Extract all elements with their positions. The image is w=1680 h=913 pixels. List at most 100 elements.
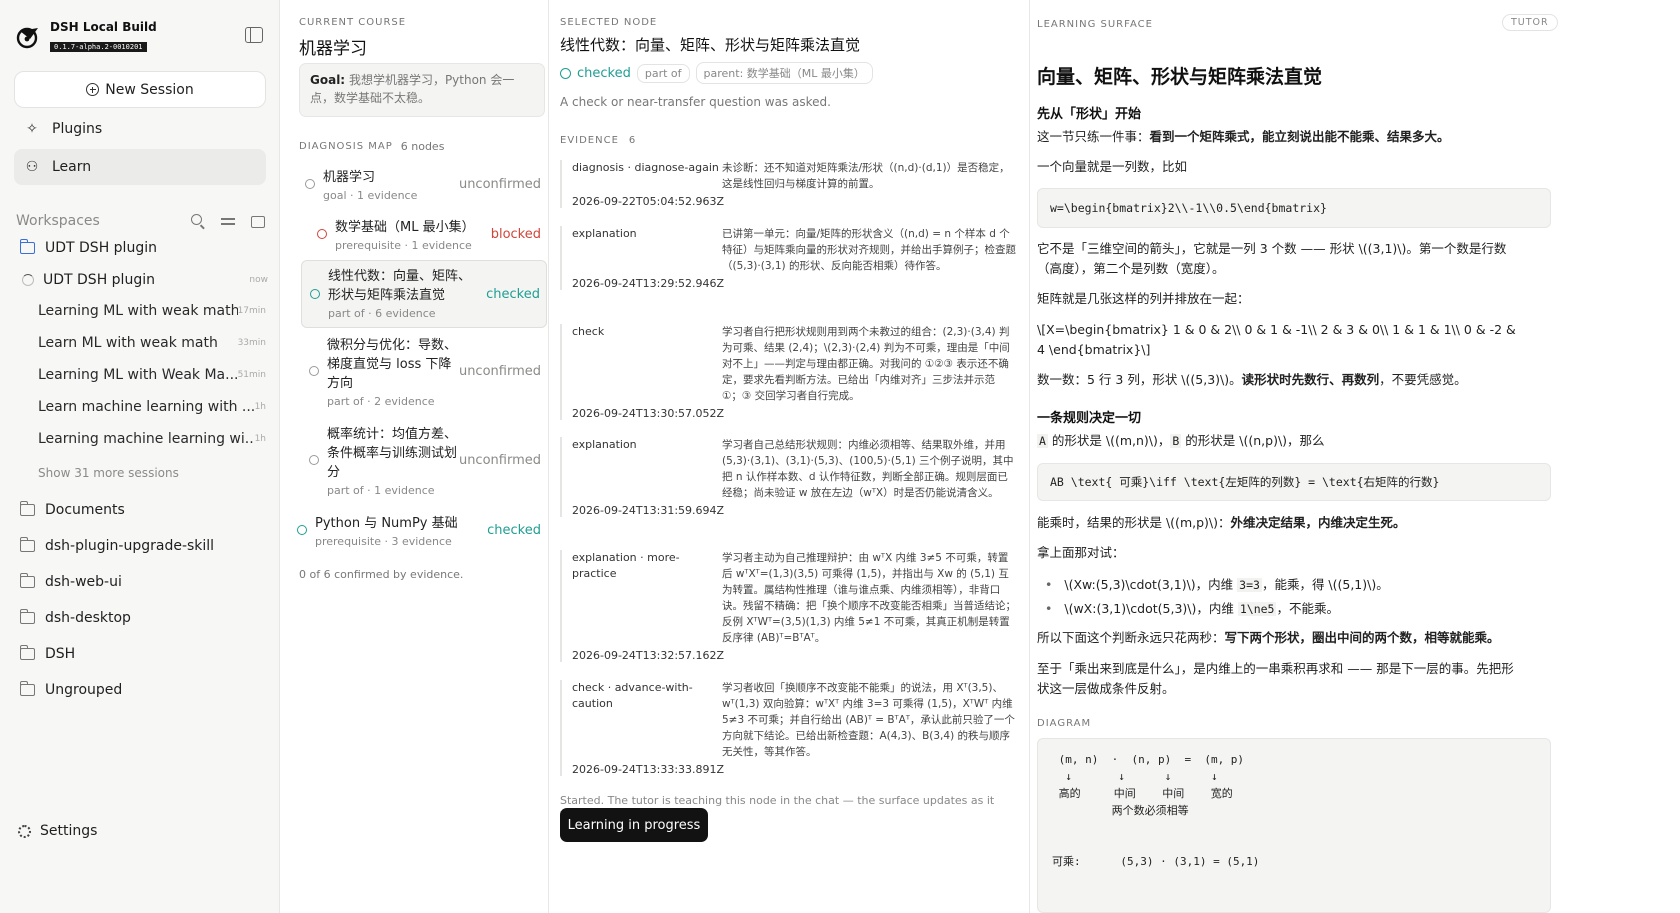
puzzle-icon: ✧ — [26, 121, 38, 137]
selected-node-title: 线性代数：向量、矩阵、形状与矩阵乘法直觉 — [560, 36, 861, 54]
parent-pill[interactable]: parent: 数学基础（ML 最小集） — [695, 62, 873, 84]
session-item[interactable]: Learning ML with weak math 17min — [38, 300, 266, 322]
folder-icon — [19, 501, 35, 516]
sidebar: DSH Local Build 0.1.7-alpha.2-0010201 Ne… — [0, 0, 280, 913]
inline-code: A — [1037, 434, 1048, 448]
evidence-text: 学习者收回「换顺序不改变能不能乘」的说法，用 Xᵀ(3,5)、wᵀ(1,3) 双… — [722, 682, 1015, 758]
workspace-item-active[interactable]: UDT DSH plugin now — [20, 268, 268, 292]
evidence-timestamp: 2026-09-24T13:29:52.946Z — [572, 277, 725, 290]
text-run: ，能乘，得 \((5,1)\)。 — [1261, 577, 1389, 592]
diagnosis-node-count: 6 nodes — [400, 140, 445, 153]
sidebar-toggle-icon[interactable] — [245, 27, 263, 43]
session-item[interactable]: Learn ML with weak math 33min — [38, 332, 266, 354]
goal-box: Goal: 我想学机器学习，Python 会一点，数学基础不太稳。 — [299, 63, 545, 117]
current-course-label: CURRENT COURSE — [299, 17, 407, 28]
gear-icon — [18, 824, 31, 838]
folder-label: Ungrouped — [45, 682, 123, 698]
evidence-item: explanation 学习者自己总结形状规则：内维必须相等、结果取外维，并用 … — [560, 437, 1018, 517]
session-item[interactable]: Learn machine learning with ... 1h — [38, 396, 266, 418]
status-dot-icon — [310, 289, 320, 299]
folder-item[interactable]: DSH — [19, 642, 268, 666]
evidence-timestamp: 2026-09-24T13:30:57.052Z — [572, 407, 725, 420]
inline-code: 1\ne5 — [1237, 602, 1277, 616]
text-run-bold: 外维决定结果，内维决定生死。 — [1230, 515, 1406, 530]
lesson-heading: 一条规则决定一切 — [1037, 411, 1142, 426]
evidence-type: diagnosis · diagnose-again — [572, 161, 719, 174]
evidence-timestamp: 2026-09-24T13:32:57.162Z — [572, 649, 725, 662]
folder-icon — [19, 681, 35, 696]
status-badge-label: checked — [577, 65, 631, 81]
session-item[interactable]: Learning machine learning wi... 1h — [38, 428, 266, 450]
status-badge: checked — [560, 66, 631, 81]
folder-item[interactable]: dsh-plugin-upgrade-skill — [19, 534, 268, 558]
workspaces-header: Workspaces — [16, 213, 266, 229]
folder-item[interactable]: dsh-desktop — [19, 606, 268, 630]
lesson-paragraph: 拿上面那对试： — [1037, 545, 1125, 560]
session-label: Learning ML with weak math — [38, 303, 238, 319]
settings-button[interactable]: Settings — [18, 823, 97, 839]
evidence-item: check · advance-with-caution 学习者收回「换顺序不改… — [560, 680, 1018, 776]
node-status: blocked — [490, 227, 541, 242]
text-run: 能乘时，结果的形状是 \((m,p)\)： — [1037, 515, 1231, 530]
diagnosis-node[interactable]: 机器学习 goal · 1 evidence unconfirmed — [305, 168, 541, 202]
evidence-type: explanation · more-practice — [572, 551, 680, 580]
evidence-type: explanation — [572, 227, 637, 240]
checked-ring-icon — [560, 67, 571, 79]
diagnosis-node[interactable]: 概率统计：均值方差、条件概率与训练测试划分 part of · 1 eviden… — [309, 425, 541, 497]
session-label: Learn machine learning with ... — [38, 399, 255, 415]
app-name: DSH Local Build — [50, 20, 157, 34]
show-more-sessions-link[interactable]: Show 31 more sessions — [38, 466, 179, 480]
node-meta: part of · 2 evidence — [327, 395, 435, 408]
workspace-item[interactable]: UDT DSH plugin — [19, 236, 268, 260]
learn-graph-icon: ⚇ — [25, 159, 39, 175]
code-block: w=\begin{bmatrix}2\\-1\\0.5\end{bmatrix} — [1037, 188, 1551, 228]
status-dot-icon — [305, 179, 315, 189]
selected-node-panel: SELECTED NODE 线性代数：向量、矩阵、形状与矩阵乘法直觉 check… — [550, 0, 1030, 913]
diagnosis-node[interactable]: 数学基础（ML 最小集） prerequisite · 1 evidence b… — [317, 218, 541, 252]
node-status: unconfirmed — [458, 177, 541, 192]
diagnosis-map-label: DIAGNOSIS MAP — [299, 141, 393, 152]
node-meta: prerequisite · 1 evidence — [335, 239, 472, 252]
learning-surface-panel: LEARNING SURFACE TUTOR 向量、矩阵、形状与矩阵乘法直觉 先… — [1031, 0, 1680, 913]
new-session-label: New Session — [105, 81, 194, 98]
search-icon[interactable] — [190, 213, 206, 229]
node-status: unconfirmed — [458, 364, 541, 379]
new-folder-icon[interactable] — [250, 213, 266, 229]
evidence-type: check — [572, 325, 605, 338]
filter-icon[interactable] — [220, 213, 236, 229]
text-run: 的形状是 \((n,p)\)，那么 — [1181, 433, 1325, 448]
folder-item[interactable]: Ungrouped — [19, 678, 268, 702]
course-panel: CURRENT COURSE 机器学习 Goal: 我想学机器学习，Python… — [281, 0, 549, 913]
diagnosis-map-header: DIAGNOSIS MAP 6 nodes — [299, 140, 444, 153]
spinner-icon — [22, 274, 34, 286]
node-meta: part of · 6 evidence — [328, 307, 436, 320]
evidence-timestamp: 2026-09-24T13:31:59.694Z — [572, 504, 725, 517]
lesson-bullet: \(wX:(3,1)\cdot(5,3)\)，内维 1\ne5，不能乘。 — [1045, 598, 1339, 617]
new-session-button[interactable]: New Session — [14, 71, 266, 108]
evidence-header: EVIDENCE 6 — [560, 135, 636, 146]
diagnosis-node[interactable]: 微积分与优化：导数、梯度直觉与 loss 下降方向 part of · 2 ev… — [309, 336, 541, 408]
nav-item-learn[interactable]: ⚇ Learn — [14, 149, 266, 185]
nav-label: Plugins — [52, 121, 103, 137]
folder-icon — [19, 609, 35, 624]
lesson-heading: 先从「形状」开始 — [1037, 107, 1142, 122]
evidence-item: check 学习者自行把形状规则用到两个未教过的组合：(2,3)·(3,4) 判… — [560, 324, 1018, 420]
folder-open-icon — [19, 239, 35, 254]
diagnosis-node[interactable]: Python 与 NumPy 基础 prerequisite · 3 evide… — [297, 514, 541, 548]
folder-item[interactable]: Documents — [19, 498, 268, 522]
lesson-paragraph: 它不是「三维空间的箭头」，它就是一列 3 个数 —— 形状 \((3,1)\)。… — [1037, 241, 1507, 276]
brand[interactable]: DSH Local Build 0.1.7-alpha.2-0010201 — [16, 20, 157, 53]
learning-in-progress-button[interactable]: Learning in progress — [560, 808, 708, 842]
session-time: 17min — [237, 306, 266, 316]
node-name: 线性代数：向量、矩阵、形状与矩阵乘法直觉 — [328, 269, 472, 303]
selected-node-description: A check or near-transfer question was as… — [560, 95, 831, 109]
diagnosis-node-selected[interactable]: 线性代数：向量、矩阵、形状与矩阵乘法直觉 part of · 6 evidenc… — [301, 260, 547, 328]
text-run-bold: 读形状时先数行、再数列 — [1241, 372, 1380, 387]
folder-item[interactable]: dsh-web-ui — [19, 570, 268, 594]
nav-item-plugins[interactable]: ✧ Plugins — [14, 111, 266, 147]
node-name: 微积分与优化：导数、梯度直觉与 loss 下降方向 — [327, 338, 458, 391]
lesson-paragraph: 一个向量就是一列数，比如 — [1037, 159, 1188, 174]
session-item[interactable]: Learning ML with Weak Ma... 51min — [38, 364, 266, 386]
lesson-bullet: \(Xw:(5,3)\cdot(3,1)\)，内维 3=3，能乘，得 \((5,… — [1045, 574, 1389, 593]
workspace-label: UDT DSH plugin — [45, 240, 157, 256]
